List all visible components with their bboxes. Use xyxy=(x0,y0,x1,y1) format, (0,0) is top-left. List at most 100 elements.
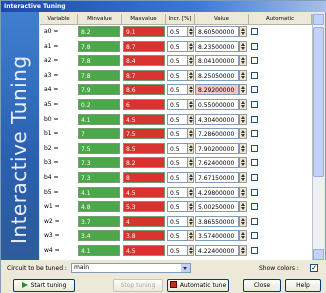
automatic-checkbox[interactable] xyxy=(251,28,258,35)
vertical-scrollbar[interactable] xyxy=(312,14,324,260)
increment-spinner[interactable] xyxy=(187,40,194,52)
value-field[interactable]: 7.28600000 xyxy=(195,128,239,140)
increment-spinner[interactable] xyxy=(187,26,194,37)
automatic-checkbox[interactable] xyxy=(251,86,258,94)
value-field[interactable]: 8.23500000 xyxy=(195,40,239,52)
min-value-field[interactable]: 4.1 xyxy=(78,186,120,198)
min-value-field[interactable]: 4.1 xyxy=(78,245,120,256)
value-spinner[interactable] xyxy=(239,55,247,67)
max-value-field[interactable]: 8.5 xyxy=(123,142,165,154)
increment-spinner[interactable] xyxy=(187,84,194,96)
max-value-field[interactable]: 4.5 xyxy=(123,186,165,198)
value-field[interactable]: 8.04100000 xyxy=(195,55,239,67)
value-spinner[interactable] xyxy=(239,245,247,256)
value-spinner[interactable] xyxy=(239,201,247,213)
max-value-field[interactable]: 8.4 xyxy=(123,55,165,67)
automatic-checkbox[interactable] xyxy=(251,247,258,254)
max-value-field[interactable]: 4.5 xyxy=(123,245,165,256)
value-spinner[interactable] xyxy=(239,142,247,154)
max-value-field[interactable]: 4.5 xyxy=(123,113,165,125)
max-value-field[interactable]: 8 xyxy=(123,172,165,183)
min-value-field[interactable]: 4.8 xyxy=(78,201,120,213)
value-field[interactable]: 7.67150000 xyxy=(195,172,239,183)
value-spinner[interactable] xyxy=(239,230,247,242)
max-value-field[interactable]: 9.1 xyxy=(123,26,165,37)
increment-spinner[interactable] xyxy=(187,186,194,198)
automatic-checkbox[interactable] xyxy=(251,174,258,181)
max-value-field[interactable]: 8.7 xyxy=(123,40,165,52)
max-value-field[interactable]: 8.2 xyxy=(123,157,165,169)
min-value-field[interactable]: 7.3 xyxy=(78,157,120,169)
max-value-field[interactable]: 8.6 xyxy=(123,84,165,96)
close-button[interactable]: Close xyxy=(243,279,281,292)
increment-spinner[interactable] xyxy=(187,172,194,183)
min-value-field[interactable]: 8.2 xyxy=(78,26,120,37)
automatic-checkbox[interactable] xyxy=(251,203,258,211)
value-field[interactable]: 7.90200000 xyxy=(195,142,239,154)
increment-spinner[interactable] xyxy=(187,157,194,169)
automatic-checkbox[interactable] xyxy=(251,42,258,50)
column-header-increment[interactable]: Incr. [%] xyxy=(166,14,195,25)
increment-spinner[interactable] xyxy=(187,215,194,227)
automatic-checkbox[interactable] xyxy=(251,159,258,167)
automatic-checkbox[interactable] xyxy=(251,130,258,138)
value-field[interactable]: 8.60500000 xyxy=(195,26,239,37)
value-field[interactable]: 8.25050000 xyxy=(195,69,239,81)
min-value-field[interactable]: 7.8 xyxy=(78,55,120,67)
increment-spinner[interactable] xyxy=(187,55,194,67)
column-header-automatic[interactable]: Automatic xyxy=(249,14,312,25)
min-value-field[interactable]: 7.8 xyxy=(78,40,120,52)
value-spinner[interactable] xyxy=(239,113,247,125)
increment-spinner[interactable] xyxy=(187,113,194,125)
value-spinner[interactable] xyxy=(239,186,247,198)
value-spinner[interactable] xyxy=(239,40,247,52)
min-value-field[interactable]: 7.8 xyxy=(78,69,120,81)
increment-spinner[interactable] xyxy=(187,69,194,81)
scroll-down-button[interactable] xyxy=(313,249,324,260)
min-value-field[interactable]: 7.3 xyxy=(78,172,120,183)
value-spinner[interactable] xyxy=(239,84,247,96)
max-value-field[interactable]: 3.8 xyxy=(123,230,165,242)
automatic-checkbox[interactable] xyxy=(251,144,258,152)
min-value-field[interactable]: 7 xyxy=(78,128,120,140)
value-field[interactable]: 3.86550000 xyxy=(195,215,239,227)
stop-tuning-button[interactable]: Stop tuning xyxy=(113,279,163,292)
min-value-field[interactable]: 3.7 xyxy=(78,215,120,227)
column-header-maxvalue[interactable]: Maxvalue xyxy=(122,14,166,25)
circuit-select[interactable]: main xyxy=(71,263,191,273)
value-field[interactable]: 4.30400000 xyxy=(195,113,239,125)
increment-spinner[interactable] xyxy=(187,128,194,140)
value-spinner[interactable] xyxy=(239,69,247,81)
column-header-variable[interactable]: Variable xyxy=(40,14,78,25)
increment-spinner[interactable] xyxy=(187,99,194,110)
automatic-checkbox[interactable] xyxy=(251,57,258,65)
automatic-checkbox[interactable] xyxy=(251,115,258,123)
max-value-field[interactable]: 4 xyxy=(123,215,165,227)
value-spinner[interactable] xyxy=(239,128,247,140)
max-value-field[interactable]: 6 xyxy=(123,99,165,110)
min-value-field[interactable]: 7.5 xyxy=(78,142,120,154)
scroll-up-button[interactable] xyxy=(313,14,324,25)
increment-spinner[interactable] xyxy=(187,245,194,256)
max-value-field[interactable]: 5.3 xyxy=(123,201,165,213)
value-field[interactable]: 7.62400000 xyxy=(195,157,239,169)
start-tuning-button[interactable]: Start tuning xyxy=(13,279,75,292)
increment-spinner[interactable] xyxy=(187,230,194,242)
min-value-field[interactable]: 0.2 xyxy=(78,99,120,110)
increment-spinner[interactable] xyxy=(187,201,194,213)
value-field[interactable]: 4.22400000 xyxy=(195,245,239,256)
automatic-checkbox[interactable] xyxy=(251,101,258,108)
automatic-checkbox[interactable] xyxy=(251,71,258,79)
value-spinner[interactable] xyxy=(239,215,247,227)
max-value-field[interactable]: 7.5 xyxy=(123,128,165,140)
automatic-checkbox[interactable] xyxy=(251,188,258,196)
value-field[interactable]: 8.29200000 xyxy=(195,84,239,96)
column-header-value[interactable]: Value xyxy=(195,14,249,25)
help-button[interactable]: Help xyxy=(285,279,321,292)
value-spinner[interactable] xyxy=(239,172,247,183)
min-value-field[interactable]: 3.4 xyxy=(78,230,120,242)
value-spinner[interactable] xyxy=(239,99,247,110)
value-field[interactable]: 3.57400000 xyxy=(195,230,239,242)
automatic-tune-button[interactable]: Automatic tune xyxy=(167,279,229,292)
value-field[interactable]: 4.29800000 xyxy=(195,186,239,198)
